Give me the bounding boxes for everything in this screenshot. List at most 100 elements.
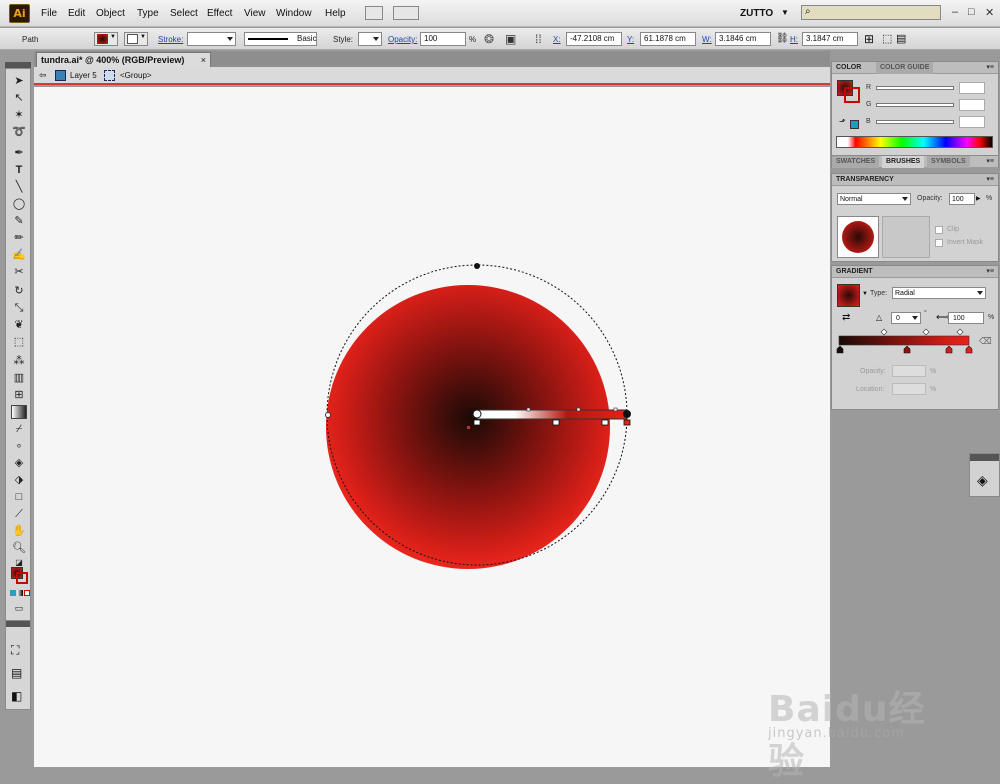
eyedropper-tool-icon[interactable]: ⌿ xyxy=(11,422,27,436)
object-thumbnail[interactable] xyxy=(837,216,879,258)
back-arrow-icon[interactable]: ⇦ xyxy=(39,70,47,81)
x-field[interactable]: -47.2108 cm xyxy=(566,32,622,46)
delete-stop-icon[interactable]: ⌫ xyxy=(979,336,992,346)
selection-tool-icon[interactable]: ➤ xyxy=(11,74,27,88)
arrange-documents-icon[interactable] xyxy=(393,6,419,20)
stroke-label[interactable]: Stroke: xyxy=(158,35,183,44)
gradient-stop-3[interactable] xyxy=(601,419,609,426)
graphic-style-picker[interactable] xyxy=(358,32,382,46)
pencil-tool-icon[interactable]: ✏ xyxy=(11,231,27,245)
channel-r-slider[interactable] xyxy=(876,86,954,90)
mesh-tool-icon[interactable]: ⊞ xyxy=(11,388,27,402)
menu-effect[interactable]: Effect xyxy=(207,8,232,19)
menu-edit[interactable]: Edit xyxy=(68,8,85,19)
direct-selection-tool-icon[interactable]: ↖ xyxy=(11,91,27,105)
blend-mode-select[interactable]: Normal xyxy=(837,193,911,205)
panel-options-icon[interactable]: ▤ xyxy=(896,32,906,45)
pen-tool-icon[interactable]: ✒ xyxy=(11,146,27,160)
panel-menu-icon[interactable]: ▾≡ xyxy=(986,267,994,275)
gradient-end-handle[interactable] xyxy=(623,410,631,418)
gradient-slider[interactable]: ⌫ xyxy=(836,328,996,358)
tab-brushes[interactable]: BRUSHES xyxy=(882,156,925,168)
stroke-swatch[interactable]: ▼ xyxy=(124,32,148,46)
gradient-type-select[interactable]: Radial xyxy=(892,287,986,299)
gradient-aspect-field[interactable]: 100 xyxy=(948,312,984,324)
gradient-tool-icon[interactable] xyxy=(11,405,27,419)
clip-checkbox[interactable] xyxy=(935,226,943,234)
stroke-weight-field[interactable] xyxy=(187,32,236,46)
brush-definition[interactable]: Basic xyxy=(244,32,317,46)
search-input[interactable]: ⌕ xyxy=(801,5,941,20)
gradient-origin-handle[interactable] xyxy=(472,409,482,419)
gradient-angle-field[interactable]: 0 xyxy=(891,312,921,324)
channel-g-value[interactable] xyxy=(959,99,985,111)
opacity-dropdown-icon[interactable]: ▶ xyxy=(976,195,981,202)
lasso-tool-icon[interactable]: ➰ xyxy=(11,125,27,139)
channel-b-value[interactable] xyxy=(959,116,985,128)
zoom-tool-icon[interactable]: 🔍︎ xyxy=(11,541,27,555)
reference-point-icon[interactable]: ⁞⁞ xyxy=(535,32,542,46)
channel-g-slider[interactable] xyxy=(876,103,954,107)
pathfinder-panel-icon[interactable]: ◧ xyxy=(11,689,22,703)
live-paint-bucket-icon[interactable]: ◈ xyxy=(11,456,27,470)
scissors-tool-icon[interactable]: ✂ xyxy=(11,265,27,279)
color-spectrum-bar[interactable] xyxy=(836,136,993,148)
opacity-label[interactable]: Opacity: xyxy=(388,35,417,44)
symbol-sprayer-tool-icon[interactable]: ⁂ xyxy=(11,354,27,368)
fill-swatch[interactable]: ▼ xyxy=(94,32,118,46)
panel-menu-icon[interactable]: ▾≡ xyxy=(986,63,994,71)
close-document-button[interactable]: × xyxy=(201,53,206,67)
none-mode-icon[interactable] xyxy=(24,590,30,596)
gradient-stop-marker-2[interactable] xyxy=(903,345,911,354)
mask-thumbnail[interactable] xyxy=(882,216,930,258)
line-tool-icon[interactable]: ╲ xyxy=(11,180,27,194)
menu-object[interactable]: Object xyxy=(96,8,125,19)
bridge-icon[interactable] xyxy=(365,6,383,20)
gradient-stop-2[interactable] xyxy=(552,419,560,426)
constrain-link-icon[interactable]: ⛓ xyxy=(776,33,789,44)
menu-file[interactable]: File xyxy=(41,8,57,19)
maximize-button[interactable]: □ xyxy=(968,6,975,18)
blob-brush-tool-icon[interactable]: ✍ xyxy=(11,248,27,262)
drawing-mode-icon[interactable]: ▭ xyxy=(11,601,27,615)
menu-type[interactable]: Type xyxy=(137,8,159,19)
channel-r-value[interactable] xyxy=(959,82,985,94)
menu-select[interactable]: Select xyxy=(170,8,198,19)
column-graph-tool-icon[interactable]: ▥ xyxy=(11,371,27,385)
gradient-midpoint-diamond-3[interactable] xyxy=(956,328,964,336)
channel-b-slider[interactable] xyxy=(876,120,954,124)
tab-color-guide[interactable]: COLOR GUIDE xyxy=(876,62,934,74)
artboards-panel-icon[interactable]: ⛶ xyxy=(11,643,19,658)
mini-panel-grip[interactable] xyxy=(6,621,30,627)
gradient-stop-1[interactable] xyxy=(473,419,481,426)
gradient-stop-marker-3[interactable] xyxy=(945,345,953,354)
gradient-midpoint-3[interactable] xyxy=(613,407,618,412)
live-paint-selection-icon[interactable]: ⬗ xyxy=(11,473,27,487)
free-transform-tool-icon[interactable]: ⬚ xyxy=(11,335,27,349)
gradient-mode-icon[interactable] xyxy=(17,590,23,596)
ellipse-tool-icon[interactable]: ◯ xyxy=(11,197,27,211)
recolor-icon[interactable]: ❂ xyxy=(484,32,494,46)
gradient-midpoint-diamond-2[interactable] xyxy=(922,328,930,336)
left-anchor-point[interactable] xyxy=(325,412,331,418)
tab-swatches[interactable]: SWATCHES xyxy=(832,156,880,168)
web-safe-color-swatch[interactable] xyxy=(850,120,859,129)
slice-tool-icon[interactable]: ⟋ xyxy=(11,507,27,521)
workspace-switcher[interactable]: ZUTTO xyxy=(740,8,773,19)
gradient-title[interactable]: GRADIENT xyxy=(832,266,877,278)
out-of-gamut-icon[interactable]: ⬏ xyxy=(839,117,846,126)
gradient-stop-marker-1[interactable] xyxy=(836,345,844,354)
stroke-color-icon[interactable] xyxy=(16,572,28,584)
warp-tool-icon[interactable]: ❦ xyxy=(11,318,27,332)
menu-view[interactable]: View xyxy=(244,8,266,19)
reverse-gradient-icon[interactable]: ⇄ xyxy=(842,312,850,323)
opacity-field[interactable]: 100 xyxy=(420,32,466,46)
gradient-presets-dropdown-icon[interactable]: ▼ xyxy=(862,291,868,297)
invert-mask-checkbox[interactable] xyxy=(935,239,943,247)
document-tab[interactable]: tundra.ai* @ 400% (RGB/Preview) × xyxy=(36,52,211,67)
stop-opacity-field[interactable] xyxy=(892,365,926,377)
height-field[interactable]: 3.1847 cm xyxy=(802,32,858,46)
gradient-stop-marker-4[interactable] xyxy=(965,345,973,354)
panel-menu-icon[interactable]: ▾≡ xyxy=(986,157,994,165)
align-icon[interactable]: ▣ xyxy=(505,32,516,46)
